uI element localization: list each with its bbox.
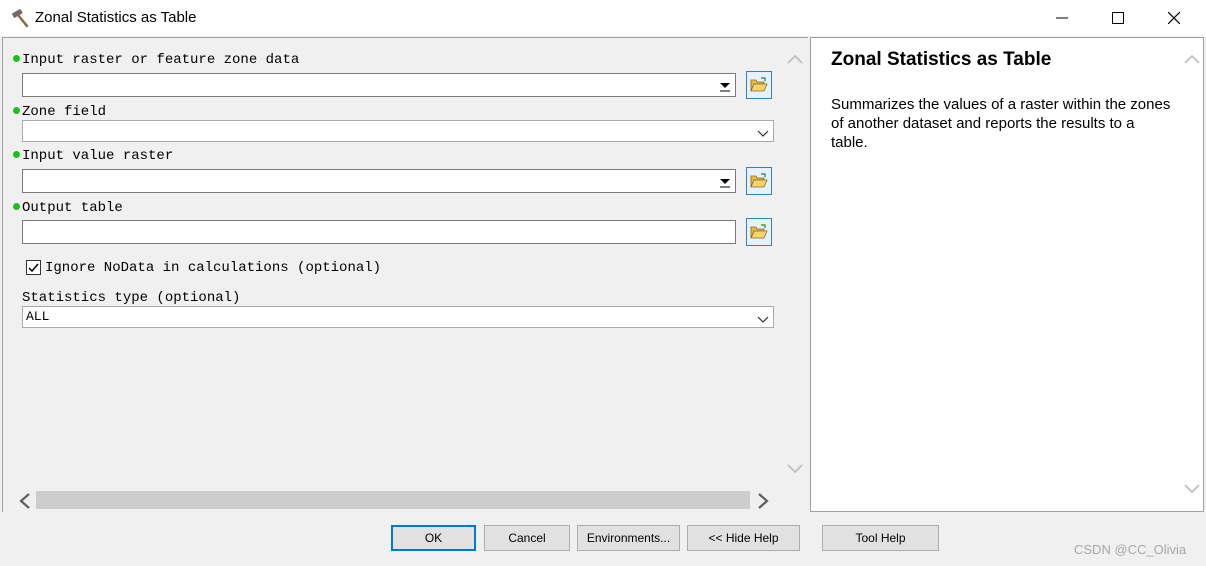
- close-button[interactable]: [1146, 0, 1202, 36]
- help-pane: Zonal Statistics as Table Summarizes the…: [810, 37, 1204, 512]
- minimize-icon: [1056, 17, 1068, 19]
- folder-open-icon: [750, 173, 768, 188]
- maximize-icon: [1112, 12, 1124, 24]
- statistics-type-select[interactable]: ALL: [22, 306, 774, 328]
- hammer-icon: [12, 9, 29, 28]
- chevron-down-icon: [757, 130, 769, 137]
- ignore-nodata-checkbox[interactable]: [26, 260, 41, 275]
- output-table-browse-button[interactable]: [746, 218, 772, 246]
- tool-help-button[interactable]: Tool Help: [822, 525, 939, 551]
- required-indicator: [13, 203, 20, 210]
- statistics-type-label: Statistics type (optional): [22, 290, 241, 306]
- scroll-left-icon[interactable]: [17, 492, 33, 510]
- chevron-down-icon: [757, 316, 769, 323]
- checkmark-icon: [28, 263, 39, 273]
- maximize-button[interactable]: [1090, 0, 1146, 36]
- input-raster-combobox[interactable]: [22, 73, 736, 97]
- parameters-pane: Input raster or feature zone data Zone f…: [2, 37, 808, 512]
- input-raster-label: Input raster or feature zone data: [22, 52, 300, 68]
- hide-help-button[interactable]: << Hide Help: [687, 525, 800, 551]
- required-indicator: [13, 151, 20, 158]
- dropdown-arrow-icon: [720, 179, 730, 188]
- scroll-right-icon[interactable]: [755, 492, 771, 510]
- output-table-input[interactable]: [22, 220, 736, 244]
- input-value-raster-label: Input value raster: [22, 148, 174, 164]
- help-description: Summarizes the values of a raster within…: [831, 96, 1171, 151]
- ignore-nodata-label: Ignore NoData in calculations (optional): [45, 260, 382, 276]
- scroll-down-icon[interactable]: [786, 462, 804, 476]
- scroll-up-icon[interactable]: [1183, 52, 1201, 66]
- input-value-raster-combobox[interactable]: [22, 169, 736, 193]
- scroll-up-icon[interactable]: [786, 52, 804, 66]
- output-table-label: Output table: [22, 200, 123, 216]
- scroll-down-icon[interactable]: [1183, 482, 1201, 496]
- cancel-button[interactable]: Cancel: [484, 525, 570, 551]
- minimize-button[interactable]: [1034, 0, 1090, 36]
- statistics-type-value: ALL: [26, 309, 50, 324]
- close-icon: [1168, 12, 1180, 24]
- dropdown-arrow-icon: [720, 83, 730, 92]
- zone-field-select[interactable]: [22, 120, 774, 142]
- input-value-raster-browse-button[interactable]: [746, 167, 772, 195]
- folder-open-icon: [750, 77, 768, 92]
- help-title: Zonal Statistics as Table: [831, 49, 1052, 70]
- zone-field-label: Zone field: [22, 104, 107, 120]
- environments-button[interactable]: Environments...: [577, 525, 680, 551]
- input-raster-browse-button[interactable]: [746, 71, 772, 99]
- window-title: Zonal Statistics as Table: [35, 9, 197, 26]
- required-indicator: [13, 107, 20, 114]
- horizontal-scrollbar-thumb[interactable]: [36, 491, 750, 509]
- ok-button[interactable]: OK: [391, 525, 476, 551]
- folder-open-icon: [750, 224, 768, 239]
- required-indicator: [13, 55, 20, 62]
- title-bar: Zonal Statistics as Table: [0, 0, 1206, 36]
- watermark: CSDN @CC_Olivia: [1074, 542, 1187, 557]
